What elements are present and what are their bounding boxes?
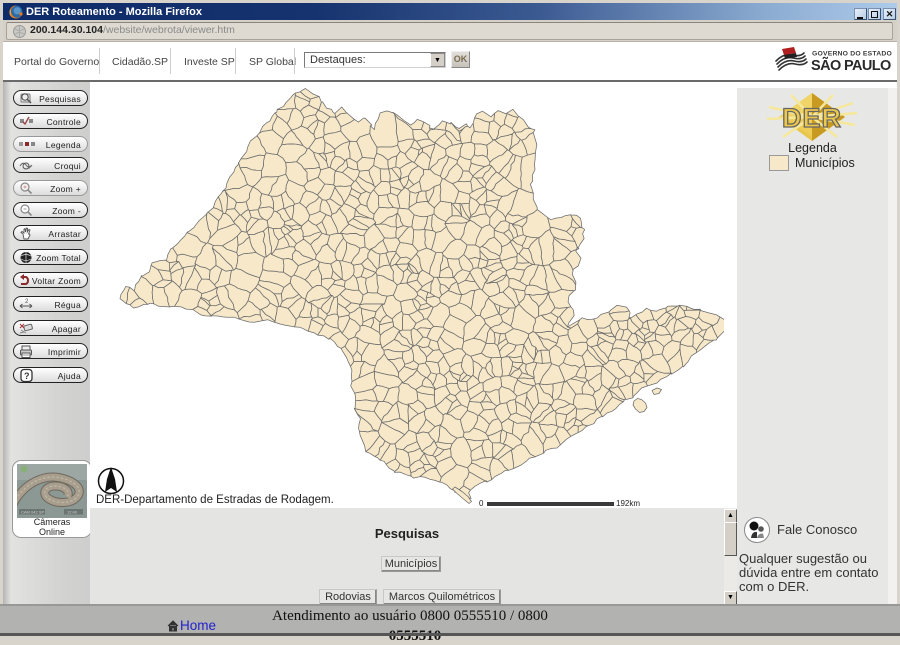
svg-text:?: ? [24,371,30,381]
svg-text:2: 2 [25,299,29,305]
svg-text:12:40: 12:40 [67,510,78,515]
svg-text:SÃO PAULO: SÃO PAULO [811,56,891,74]
svg-text:CAM 042 SP: CAM 042 SP [21,510,44,515]
svg-text:GOVERNO DO ESTADO: GOVERNO DO ESTADO [812,51,892,58]
svg-text:DER: DER [782,103,842,133]
